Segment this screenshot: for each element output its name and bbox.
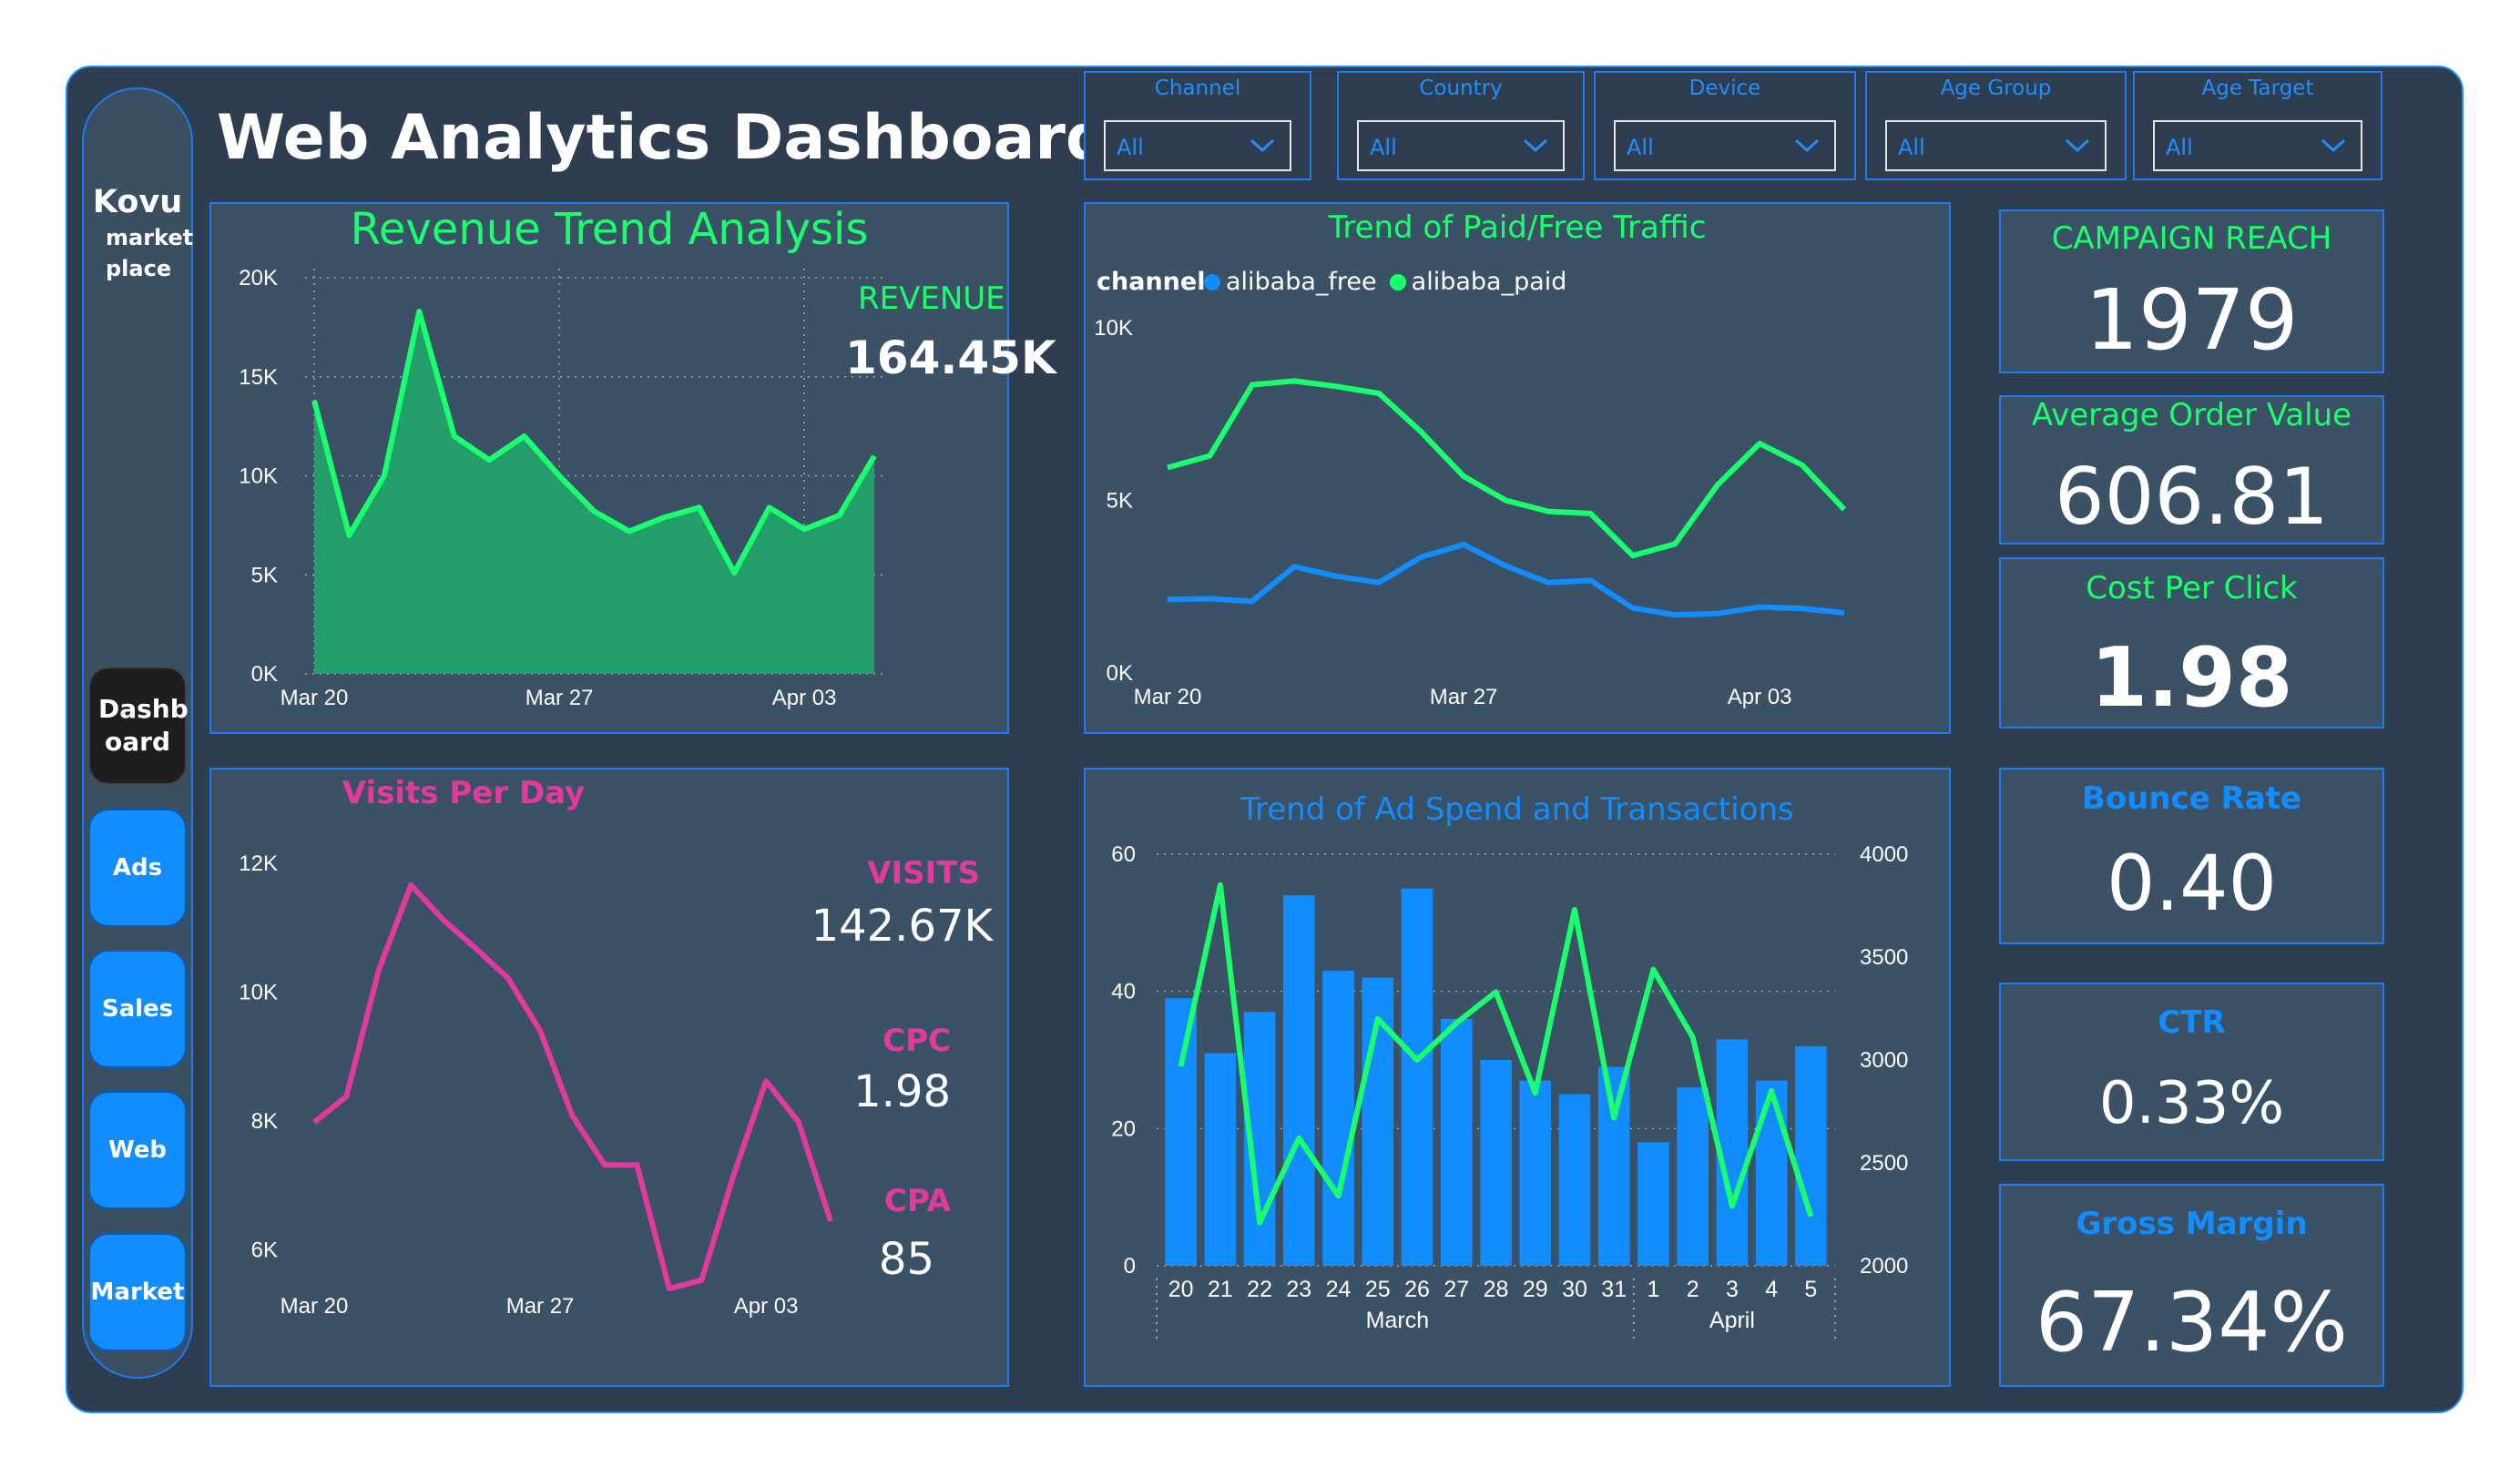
y-tick-label: 60 bbox=[1111, 842, 1136, 867]
x-tick-label: 5 bbox=[1804, 1277, 1817, 1302]
x-tick-label: 31 bbox=[1601, 1277, 1627, 1302]
x-tick-label: 20 bbox=[1168, 1277, 1194, 1302]
kpi-gross-margin-label: Gross Margin bbox=[2076, 1206, 2308, 1242]
kpi-ctr-label: CTR bbox=[2158, 1004, 2226, 1041]
y2-tick-label: 4000 bbox=[1860, 842, 1908, 867]
kpi-bounce-rate-label: Bounce Rate bbox=[2081, 780, 2302, 817]
x-tick-label: 22 bbox=[1247, 1277, 1272, 1302]
bar bbox=[1165, 998, 1197, 1266]
y2-tick-label: 3500 bbox=[1860, 945, 1908, 970]
kpi-cpc-label: Cost Per Click bbox=[2086, 570, 2298, 606]
x-tick-label: 21 bbox=[1208, 1277, 1233, 1302]
kpi-cpc-value: 1.98 bbox=[2090, 630, 2293, 726]
bar bbox=[1204, 1053, 1237, 1266]
kpi-cpc: Cost Per Click 1.98 bbox=[1999, 557, 2384, 728]
x-tick-label: 27 bbox=[1444, 1277, 1469, 1302]
kpi-bounce-rate-value: 0.40 bbox=[2106, 839, 2278, 928]
x-tick-label: 30 bbox=[1562, 1277, 1587, 1302]
bar bbox=[1795, 1045, 1827, 1266]
y2-tick-label: 2500 bbox=[1860, 1151, 1908, 1176]
x-tick-label: 24 bbox=[1326, 1277, 1352, 1302]
month-label-april: April bbox=[1709, 1308, 1755, 1333]
x-tick-label: 25 bbox=[1365, 1277, 1391, 1302]
bar bbox=[1480, 1060, 1512, 1266]
x-tick-label: 26 bbox=[1404, 1277, 1430, 1302]
kpi-gross-margin-value: 67.34% bbox=[2035, 1275, 2349, 1370]
y2-tick-label: 3000 bbox=[1860, 1048, 1908, 1073]
month-label-march: March bbox=[1366, 1308, 1429, 1333]
x-tick-label: 23 bbox=[1286, 1277, 1311, 1302]
kpi-bounce-rate: Bounce Rate 0.40 bbox=[1999, 768, 2384, 944]
bar bbox=[1283, 895, 1315, 1266]
y-tick-label: 40 bbox=[1111, 980, 1136, 1004]
kpi-campaign-reach: CAMPAIGN REACH 1979 bbox=[1999, 209, 2384, 373]
x-tick-label: 29 bbox=[1523, 1277, 1548, 1302]
kpi-gross-margin: Gross Margin 67.34% bbox=[1999, 1184, 2384, 1387]
bar bbox=[1401, 888, 1433, 1266]
x-tick-label: 2 bbox=[1687, 1277, 1699, 1302]
bar bbox=[1322, 971, 1354, 1266]
kpi-campaign-reach-label: CAMPAIGN REACH bbox=[2051, 220, 2332, 257]
x-tick-label: 4 bbox=[1765, 1277, 1778, 1302]
x-tick-label: 3 bbox=[1726, 1277, 1739, 1302]
kpi-aov-label: Average Order Value bbox=[2031, 397, 2352, 433]
y-tick-label: 0 bbox=[1124, 1254, 1136, 1279]
y2-tick-label: 2000 bbox=[1860, 1254, 1908, 1279]
bar bbox=[1597, 1066, 1630, 1266]
bar bbox=[1755, 1080, 1788, 1266]
bar bbox=[1558, 1094, 1591, 1266]
kpi-ctr-value: 0.33% bbox=[2098, 1070, 2285, 1137]
x-tick-label: 1 bbox=[1647, 1277, 1659, 1302]
kpi-ctr: CTR 0.33% bbox=[1999, 983, 2384, 1161]
kpi-aov: Average Order Value 606.81 bbox=[1999, 395, 2384, 545]
bar bbox=[1637, 1142, 1669, 1266]
bar bbox=[1677, 1087, 1709, 1266]
kpi-aov-value: 606.81 bbox=[2055, 452, 2329, 543]
bar bbox=[1519, 1080, 1552, 1266]
bar bbox=[1440, 1018, 1473, 1266]
x-tick-label: 28 bbox=[1484, 1277, 1509, 1302]
kpi-campaign-reach-value: 1979 bbox=[2085, 271, 2299, 369]
y-tick-label: 20 bbox=[1111, 1116, 1136, 1141]
